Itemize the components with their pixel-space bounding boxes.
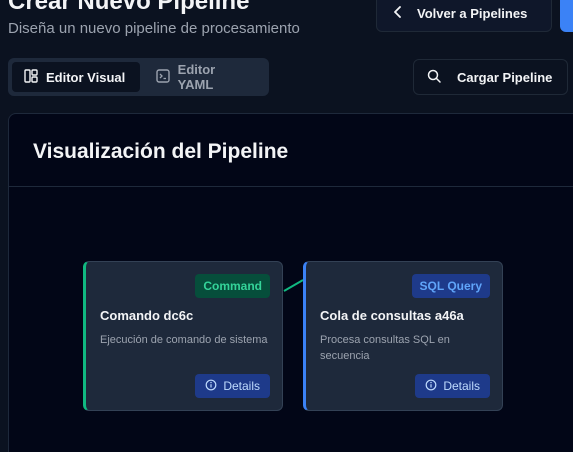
node-type-badge: SQL Query <box>411 274 490 298</box>
terminal-icon <box>155 68 170 86</box>
pipeline-node-command[interactable]: Command Comando dc6c Ejecución de comand… <box>83 261 283 411</box>
back-to-pipelines-button[interactable]: Volver a Pipelines <box>376 0 552 32</box>
info-icon <box>425 379 437 394</box>
chevron-left-icon <box>393 5 403 21</box>
load-pipeline-button[interactable]: Cargar Pipeline <box>413 59 568 95</box>
node-description: Ejecución de comando de sistema <box>100 334 268 346</box>
layout-icon <box>24 68 38 86</box>
tab-label: Editor Visual <box>46 69 126 85</box>
divider <box>9 186 573 187</box>
node-type-badge: Command <box>195 274 270 298</box>
search-icon <box>427 69 441 86</box>
back-button-label: Volver a Pipelines <box>417 5 528 21</box>
editor-tabs: Editor Visual Editor YAML <box>8 58 269 96</box>
page-title: Crear Nuevo Pipeline <box>8 0 250 15</box>
load-button-label: Cargar Pipeline <box>457 69 553 85</box>
info-icon <box>205 379 217 394</box>
details-button[interactable]: Details <box>415 374 490 398</box>
node-description: Procesa consultas SQL en secuencia <box>320 334 450 362</box>
node-title: Cola de consultas a46a <box>320 308 464 323</box>
tab-editor-visual[interactable]: Editor Visual <box>12 62 140 92</box>
page-subtitle: Diseña un nuevo pipeline de procesamient… <box>8 20 300 37</box>
details-label: Details <box>443 379 480 393</box>
pipeline-node-sql-query[interactable]: SQL Query Cola de consultas a46a Procesa… <box>303 261 503 411</box>
panel-title: Visualización del Pipeline <box>33 140 289 163</box>
details-button[interactable]: Details <box>195 374 270 398</box>
primary-action-button[interactable] <box>560 0 573 32</box>
details-label: Details <box>223 379 260 393</box>
tab-editor-yaml[interactable]: Editor YAML <box>144 62 265 92</box>
tab-label: Editor YAML <box>177 62 216 92</box>
node-title: Comando dc6c <box>100 308 194 323</box>
